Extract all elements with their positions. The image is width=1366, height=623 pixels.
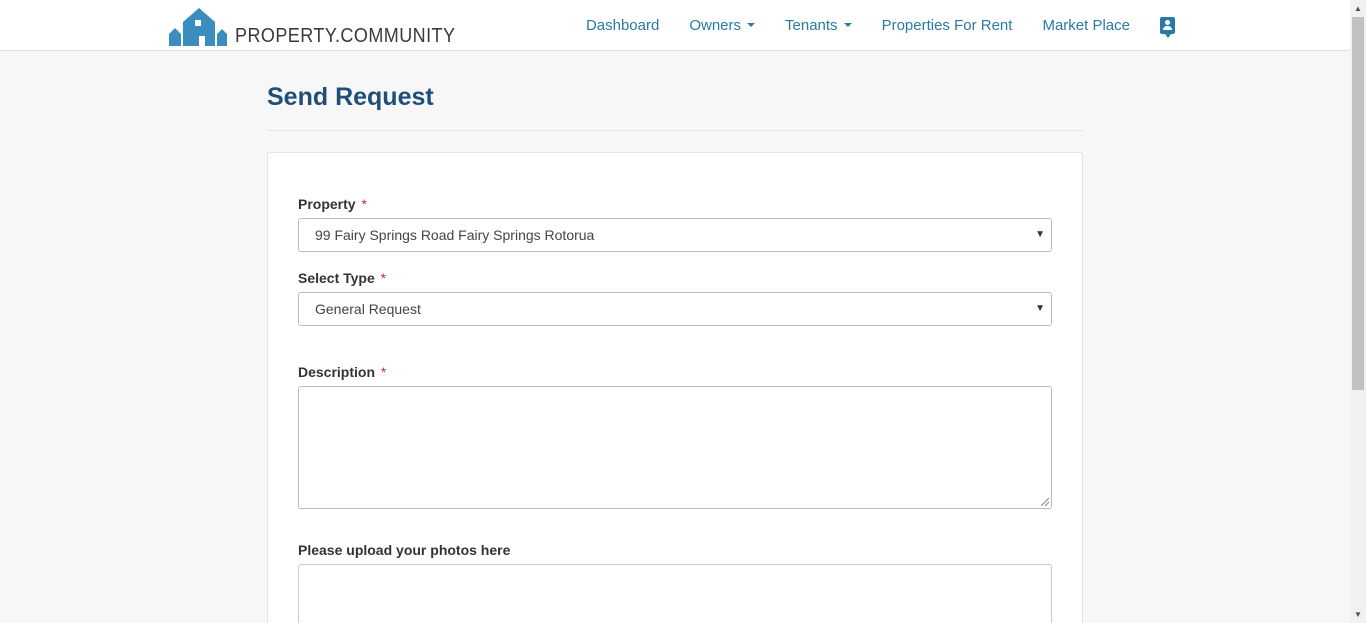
scroll-down-icon[interactable]: ▼ (1350, 606, 1366, 623)
property-select-value: 99 Fairy Springs Road Fairy Springs Roto… (315, 227, 595, 243)
photo-upload-dropzone[interactable] (298, 564, 1052, 623)
type-label-text: Select Type (298, 270, 375, 286)
dropdown-arrow-icon: ▼ (1035, 229, 1045, 240)
description-label-text: Description (298, 364, 376, 380)
caret-down-icon (843, 23, 852, 27)
house-logo-icon (169, 8, 227, 46)
description-label: Description * (298, 364, 386, 380)
required-marker: * (380, 270, 387, 286)
type-label: Select Type * (298, 270, 386, 286)
page-scrollbar[interactable]: ▲ ▼ (1350, 0, 1366, 623)
nav-contact[interactable] (1145, 16, 1350, 38)
nav-dashboard[interactable]: Dashboard (571, 17, 674, 34)
nav-owners[interactable]: Owners (674, 17, 770, 34)
nav-tenants-label: Tenants (785, 16, 838, 34)
nav-tenants[interactable]: Tenants (770, 17, 867, 34)
contact-card-icon (1160, 16, 1175, 38)
nav-market-label: Market Place (1042, 16, 1130, 34)
required-marker: * (380, 364, 387, 380)
type-select[interactable]: General Request ▼ (298, 292, 1052, 326)
page-title: Send Request (267, 83, 434, 111)
property-label: Property * (298, 196, 367, 212)
nav-dashboard-label: Dashboard (585, 16, 660, 34)
dropdown-arrow-icon: ▼ (1035, 303, 1045, 314)
nav-owners-label: Owners (689, 16, 742, 34)
description-textarea[interactable] (298, 386, 1052, 509)
main-nav: Dashboard Owners Tenants Properties For … (571, 0, 1350, 50)
nav-properties-label: Properties For Rent (881, 16, 1013, 34)
divider (267, 130, 1083, 131)
brand-logo[interactable]: PROPERTY.COMMUNITY (169, 4, 480, 46)
top-navbar: PROPERTY.COMMUNITY Dashboard Owners Tena… (0, 0, 1350, 51)
property-label-text: Property (298, 196, 356, 212)
type-select-value: General Request (315, 301, 421, 317)
required-marker: * (361, 196, 367, 212)
nav-properties-for-rent[interactable]: Properties For Rent (867, 17, 1028, 34)
nav-market-place[interactable]: Market Place (1027, 17, 1145, 34)
resize-handle-icon[interactable] (1041, 498, 1049, 506)
photos-label: Please upload your photos here (298, 542, 511, 558)
brand-name: PROPERTY.COMMUNITY (235, 25, 456, 47)
scroll-thumb[interactable] (1352, 17, 1364, 390)
property-select[interactable]: 99 Fairy Springs Road Fairy Springs Roto… (298, 218, 1052, 252)
caret-down-icon (747, 23, 756, 27)
scroll-up-icon[interactable]: ▲ (1350, 0, 1366, 17)
